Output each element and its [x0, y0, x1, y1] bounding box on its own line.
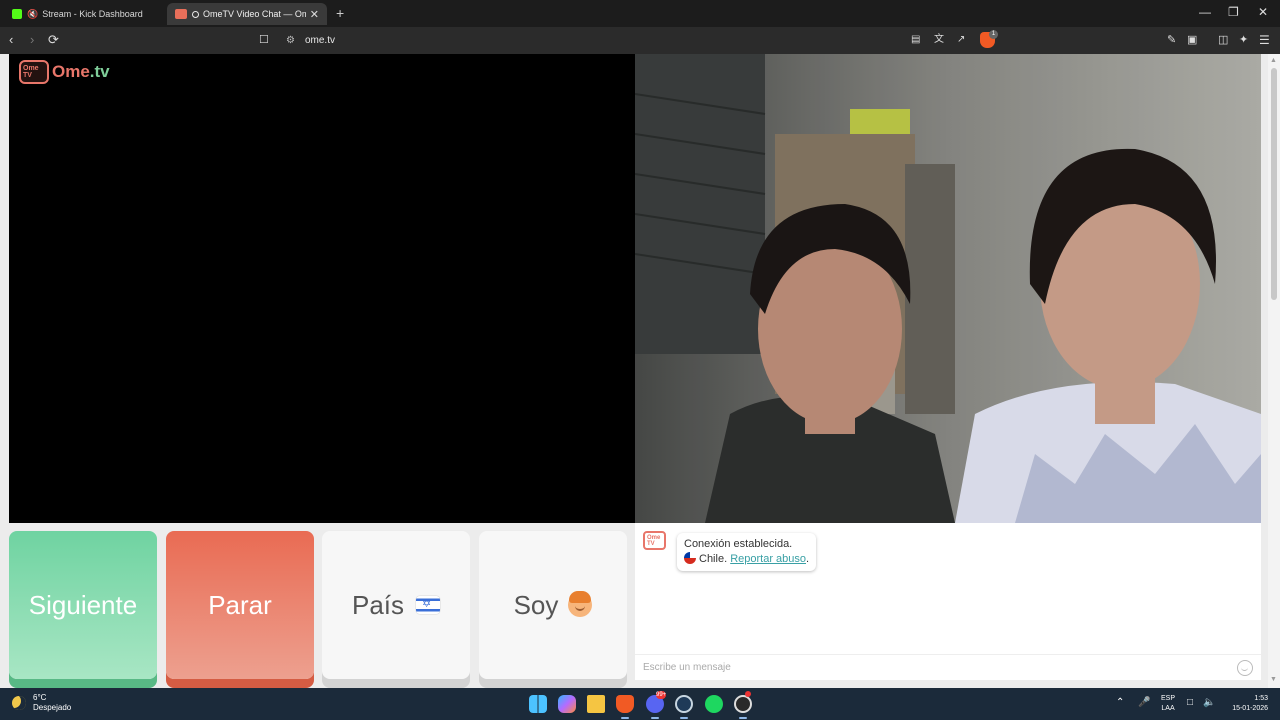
ometv-logo[interactable]: Ome TV Ome.tv: [19, 60, 110, 84]
restore-button[interactable]: ❐: [1228, 5, 1239, 19]
country-button-label: País: [351, 589, 405, 620]
share-icon[interactable]: ↗: [957, 32, 965, 48]
scroll-down-icon[interactable]: ▼: [1270, 676, 1277, 683]
steam-active-indicator: [680, 717, 688, 719]
emoji-icon[interactable]: [1237, 660, 1253, 676]
obs-icon[interactable]: [734, 695, 752, 713]
country-button[interactable]: País: [322, 531, 470, 679]
bookmark-icon[interactable]: ☐: [259, 32, 269, 48]
clock[interactable]: 1:53 15-01-2026: [1226, 694, 1268, 714]
tab-ometv[interactable]: OmeTV Video Chat — Omegle ✕: [167, 3, 327, 25]
microphone-icon[interactable]: 🎤: [1138, 697, 1150, 708]
message-input[interactable]: Escribe un mensaje: [635, 654, 1261, 680]
obs-active-indicator: [739, 717, 747, 719]
scrollbar-thumb[interactable]: [1271, 68, 1277, 300]
tray-overflow-icon[interactable]: ⌃: [1116, 697, 1124, 708]
forward-icon[interactable]: ›: [30, 32, 34, 48]
close-window-button[interactable]: ✕: [1258, 5, 1268, 19]
new-tab-button[interactable]: +: [336, 5, 344, 21]
weather-widget[interactable]: 6°C Despejado: [12, 693, 71, 713]
obs-badge-icon: [745, 691, 751, 697]
boy-face-icon: [568, 591, 593, 617]
weather-temp: 6°C: [33, 693, 47, 702]
clock-time: 1:53: [1254, 695, 1268, 702]
report-suffix: .: [806, 553, 810, 565]
tv-logo-icon: Ome TV: [19, 60, 49, 84]
sidebar-icon[interactable]: ◫: [1218, 32, 1228, 48]
extensions-icon[interactable]: ✎: [1167, 32, 1176, 48]
logo-word-ome: Ome: [52, 62, 90, 81]
report-abuse-link[interactable]: Reportar abuso: [730, 553, 806, 565]
message-input-placeholder: Escribe un mensaje: [643, 662, 731, 673]
discord-active-indicator: [651, 717, 659, 719]
brave-taskbar-icon[interactable]: [616, 695, 634, 713]
gender-button[interactable]: Soy: [479, 531, 627, 679]
leo-icon[interactable]: ✦: [1239, 32, 1248, 48]
reload-icon[interactable]: ⟳: [48, 32, 59, 48]
logo-word-tv: .tv: [89, 62, 110, 81]
address-bar[interactable]: ⚙ ome.tv: [280, 31, 1000, 50]
menu-icon[interactable]: ☰: [1259, 32, 1270, 48]
partner-video: [635, 54, 1261, 523]
partner-country: Chile.: [699, 553, 728, 565]
brave-shields-badge: 1: [989, 30, 998, 39]
system-message: Conexión establecida. Chile. Reportar ab…: [677, 533, 817, 571]
clock-date: 15-01-2026: [1232, 705, 1268, 712]
copilot-icon[interactable]: [558, 695, 576, 713]
scroll-up-icon[interactable]: ▲: [1270, 57, 1277, 64]
weather-desc: Despejado: [33, 703, 72, 712]
stop-button[interactable]: Parar: [166, 531, 314, 679]
own-video: Ome TV Ome.tv: [9, 54, 635, 523]
tab-label: OmeTV Video Chat — Omegle: [203, 9, 306, 19]
mute-icon[interactable]: 🔇: [27, 9, 38, 20]
ometv-favicon-icon: [175, 9, 187, 19]
moon-icon: [12, 696, 26, 710]
ometv-page: Ome TV Ome.tv ▲ ▼ Siguiente Parar País ✡…: [0, 54, 1280, 688]
kick-icon: [12, 9, 22, 19]
spotify-icon[interactable]: [705, 695, 723, 713]
recording-icon: [192, 10, 199, 18]
gender-button-label: Soy: [513, 589, 559, 620]
brave-active-indicator: [621, 717, 629, 719]
site-info-icon[interactable]: ⚙: [286, 35, 295, 46]
chile-flag-icon: [684, 552, 696, 564]
chat-panel: Ome TV Conexión establecida. Chile. Repo…: [635, 523, 1261, 680]
minimize-button[interactable]: —: [1199, 5, 1211, 19]
connection-status: Conexión establecida.: [684, 538, 793, 550]
back-icon[interactable]: ‹: [9, 32, 13, 48]
start-icon[interactable]: [529, 695, 547, 713]
cast-icon[interactable]: ▤: [911, 32, 920, 48]
address-url: ome.tv: [304, 35, 335, 46]
israel-flag-icon: [416, 596, 441, 614]
volume-icon[interactable]: 🔈: [1203, 697, 1215, 708]
windows-taskbar: 6°C Despejado 99+ ⌃ 🎤 ESP LAA □ 🔈 1:53 1…: [0, 688, 1280, 720]
next-button-label: Siguiente: [28, 589, 138, 620]
translate-icon[interactable]: 文: [934, 32, 944, 48]
discord-badge: 99+: [656, 691, 667, 699]
tab-label: Stream - Kick Dashboard: [42, 9, 143, 19]
language-indicator[interactable]: ESP LAA: [1161, 694, 1175, 714]
tab-kick-dashboard[interactable]: 🔇 Stream - Kick Dashboard: [4, 3, 164, 25]
tab-bar: 🔇 Stream - Kick Dashboard OmeTV Video Ch…: [0, 0, 1280, 27]
close-tab-icon[interactable]: ✕: [310, 8, 319, 21]
file-explorer-icon[interactable]: [587, 695, 605, 713]
network-icon[interactable]: □: [1187, 697, 1193, 708]
steam-icon[interactable]: [675, 695, 693, 713]
stop-button-label: Parar: [208, 589, 272, 620]
next-button[interactable]: Siguiente: [9, 531, 157, 679]
browser-toolbar: ‹ › ⟳ ☐ ⚙ ome.tv ▤ 文 ↗ ✎ ▣ ◫ ✦ ☰: [0, 27, 1280, 54]
ometv-avatar-icon: Ome TV: [643, 531, 666, 550]
partner-video-frame: [635, 54, 1261, 523]
wallet-icon[interactable]: ▣: [1187, 32, 1197, 48]
page-scrollbar[interactable]: ▲ ▼: [1268, 54, 1280, 688]
